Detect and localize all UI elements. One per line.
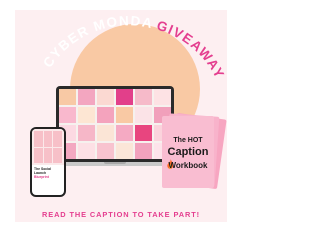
phone-tile: [34, 147, 43, 163]
laptop-post-tile: [115, 89, 134, 106]
laptop-post-tile: [134, 124, 153, 142]
phone-tile: [43, 147, 53, 163]
phone-title: The Social Launch Blueprint: [34, 167, 62, 179]
laptop-post-grid: [59, 89, 171, 159]
phone-title-line2: Blueprint: [34, 175, 49, 180]
laptop-notch: [104, 162, 126, 164]
phone-title-line1: The Social Launch: [34, 167, 51, 176]
laptop-screen: [56, 86, 174, 162]
laptop-post-tile: [115, 142, 134, 159]
laptop-post-tile: [59, 89, 77, 106]
phone-tile: [43, 131, 53, 147]
laptop-post-tile: [134, 89, 153, 106]
workbook-line1: The HOT: [173, 137, 203, 144]
workbook-line2: Caption: [167, 146, 209, 158]
phone-tile: [53, 147, 62, 163]
laptop-post-tile: [96, 124, 115, 142]
workbook-front-cover: The HOT Caption Workbook: [162, 116, 214, 188]
laptop-post-tile: [134, 142, 153, 159]
laptop-post-tile: [115, 124, 134, 142]
laptop-post-tile: [115, 106, 134, 124]
phone-screen: The Social Launch Blueprint: [32, 129, 64, 195]
phone-tile: [53, 131, 62, 147]
laptop-post-tile: [153, 89, 171, 106]
phone-tile: [34, 131, 43, 147]
laptop-post-tile: [96, 106, 115, 124]
laptop-post-tile: [77, 106, 96, 124]
laptop-post-tile: [59, 106, 77, 124]
laptop-post-tile: [96, 142, 115, 159]
laptop-post-tile: [77, 89, 96, 106]
headline-word1: CYBER MONDAY: [0, 0, 154, 70]
laptop-post-tile: [134, 106, 153, 124]
laptop-post-tile: [96, 89, 115, 106]
giveaway-graphic: CYBER MONDAY GIVEAWAY The Social Launch …: [0, 0, 242, 241]
phone-post-grid: [32, 129, 64, 165]
laptop-post-tile: [77, 124, 96, 142]
phone-mockup: The Social Launch Blueprint: [30, 127, 66, 197]
headline-word2: GIVEAWAY: [155, 18, 228, 82]
footer-call-to-action: READ THE CAPTION TO TAKE PART!: [42, 210, 200, 219]
workbook-line3: Workbook: [168, 161, 208, 170]
laptop-post-tile: [77, 142, 96, 159]
